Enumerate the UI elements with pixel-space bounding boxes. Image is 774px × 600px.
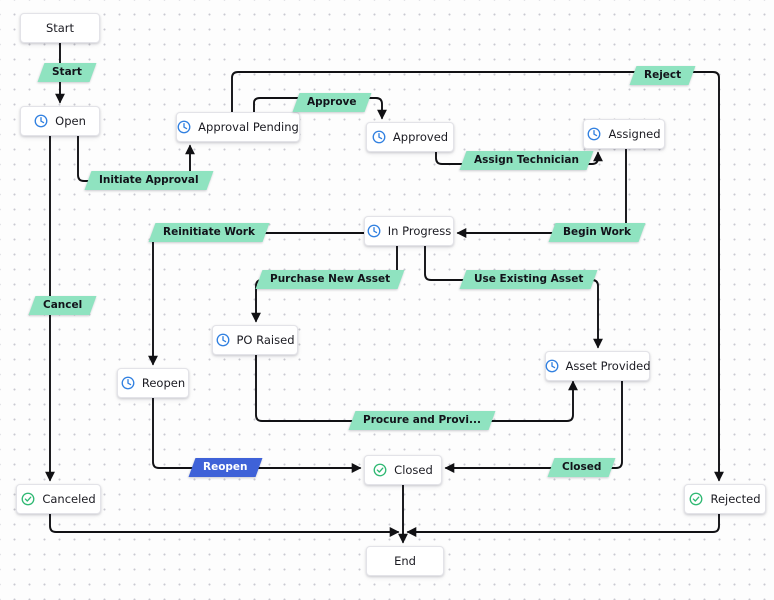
- edge-label-text: Procure and Provi...: [363, 414, 481, 426]
- edge-label-text: Reopen: [203, 461, 248, 473]
- node-end[interactable]: End: [366, 546, 444, 576]
- edge-label-text: Initiate Approval: [99, 174, 199, 186]
- edge-label-text: Start: [52, 66, 82, 78]
- edge-label-reject[interactable]: Reject: [629, 66, 696, 85]
- edge-layer: [45, 42, 724, 544]
- node-label: Canceled: [42, 492, 96, 506]
- node-rejected[interactable]: Rejected: [684, 484, 766, 514]
- edge-label-text: Use Existing Asset: [474, 273, 584, 285]
- clock-icon: [588, 127, 601, 141]
- edge-label-assign_technician[interactable]: Assign Technician: [459, 151, 594, 170]
- node-label: Asset Provided: [565, 359, 651, 373]
- check-circle-icon: [373, 463, 387, 477]
- node-label: End: [394, 554, 416, 568]
- node-open[interactable]: Open: [20, 106, 100, 136]
- clock-icon: [545, 359, 558, 373]
- edge-label-use_existing_asset[interactable]: Use Existing Asset: [459, 270, 598, 289]
- clock-icon: [372, 130, 386, 144]
- clock-icon: [121, 376, 135, 390]
- node-label: Open: [55, 114, 86, 128]
- edge-label-text: Approve: [307, 96, 357, 108]
- edge-label-text: Cancel: [43, 299, 83, 311]
- clock-icon: [177, 120, 191, 134]
- node-label: In Progress: [387, 224, 452, 238]
- clock-icon: [367, 224, 381, 238]
- clock-icon: [34, 114, 48, 128]
- edge-label-procure_provide[interactable]: Procure and Provi...: [348, 411, 496, 430]
- edge-rejected-end: [406, 513, 720, 537]
- edge-label-purchase_new_asset[interactable]: Purchase New Asset: [255, 270, 405, 289]
- node-canceled[interactable]: Canceled: [16, 484, 101, 514]
- check-circle-icon: [21, 492, 35, 506]
- node-closed[interactable]: Closed: [364, 455, 442, 485]
- node-in_progress[interactable]: In Progress: [364, 216, 454, 246]
- edge-label-text: Assign Technician: [474, 154, 579, 166]
- workflow-diagram-canvas[interactable]: Start Open Approval Pending Approved Assigne…: [0, 0, 774, 600]
- edge-label-approve[interactable]: Approve: [292, 93, 371, 112]
- node-label: Approval Pending: [198, 120, 299, 134]
- node-assigned[interactable]: Assigned: [583, 119, 665, 149]
- edge-label-closed_t[interactable]: Closed: [547, 458, 616, 477]
- edge-label-reinitiate_work[interactable]: Reinitiate Work: [148, 223, 270, 242]
- edge-label-text: Purchase New Asset: [270, 273, 391, 285]
- node-start[interactable]: Start: [20, 13, 100, 43]
- node-label: Approved: [392, 130, 449, 144]
- node-label: Rejected: [710, 492, 761, 506]
- clock-icon: [216, 333, 229, 347]
- edge-in-progress-asset-provided: [424, 245, 603, 349]
- edge-label-text: Reinitiate Work: [163, 226, 255, 238]
- edge-canceled-end: [49, 513, 400, 537]
- node-approved[interactable]: Approved: [366, 122, 454, 152]
- edge-label-reopen_t[interactable]: Reopen: [188, 458, 263, 477]
- node-label: Closed: [394, 463, 433, 477]
- node-reopen_state[interactable]: Reopen: [117, 368, 189, 398]
- edge-label-initiate_approval[interactable]: Initiate Approval: [84, 171, 214, 190]
- edge-label-start_t[interactable]: Start: [37, 63, 97, 82]
- node-approval_pending[interactable]: Approval Pending: [176, 112, 300, 142]
- node-label: Assigned: [608, 127, 661, 141]
- node-label: Reopen: [141, 376, 186, 390]
- edge-label-text: Closed: [562, 461, 602, 473]
- edge-label-cancel[interactable]: Cancel: [28, 296, 97, 315]
- edge-label-begin_work[interactable]: Begin Work: [548, 223, 646, 242]
- check-circle-icon: [690, 492, 703, 506]
- edge-label-text: Begin Work: [563, 226, 631, 238]
- edge-label-text: Reject: [644, 69, 682, 81]
- node-asset_provided[interactable]: Asset Provided: [545, 351, 651, 381]
- node-label: PO Raised: [236, 333, 295, 347]
- node-po_raised[interactable]: PO Raised: [212, 325, 298, 355]
- node-label: Start: [45, 21, 75, 35]
